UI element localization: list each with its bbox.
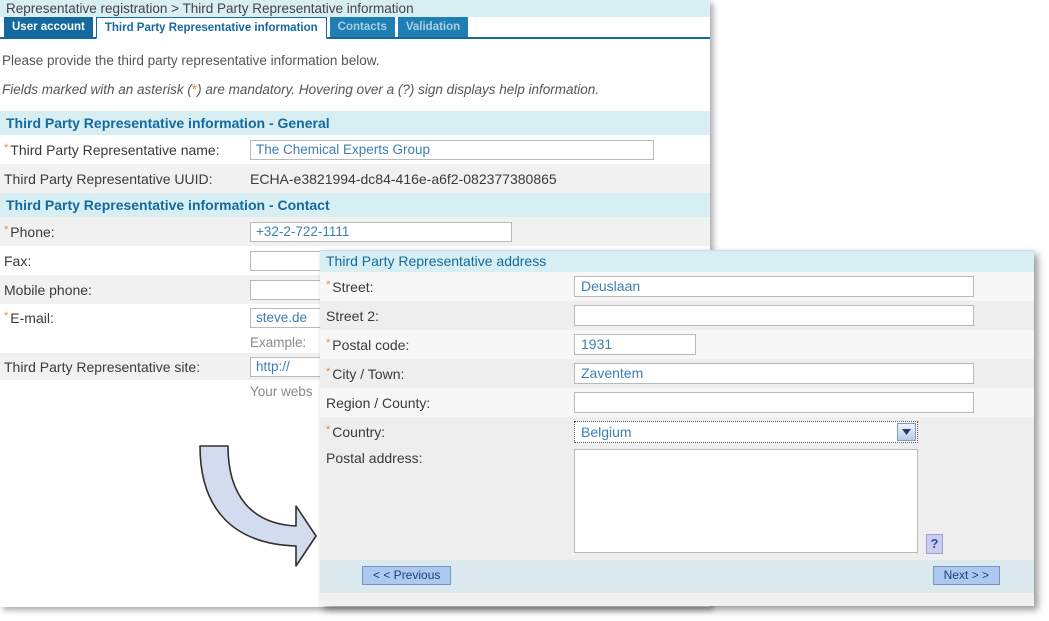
row-postal-address: Postal address: ?	[320, 446, 1034, 560]
row-representative-name: * Third Party Representative name: The Ch…	[0, 135, 710, 164]
label-city: * City / Town:	[326, 365, 405, 382]
tab-strip: User account Third Party Representative i…	[0, 17, 710, 39]
input-street[interactable]: Deuslaan	[574, 276, 974, 297]
chevron-down-icon[interactable]	[897, 422, 916, 441]
textarea-postal-address[interactable]	[574, 449, 918, 553]
label-street2: Street 2:	[326, 307, 379, 324]
required-asterisk-icon: *	[326, 423, 331, 436]
section-header-contact: Third Party Representative information -…	[0, 193, 710, 217]
input-city[interactable]: Zaventem	[574, 363, 974, 384]
label-postal-code: * Postal code:	[326, 336, 410, 353]
label-representative-site: Third Party Representative site:	[4, 358, 201, 375]
input-phone[interactable]: +32-2-722-1111	[250, 221, 512, 242]
value-representative-uuid: ECHA-e3821994-dc84-416e-a6f2-08237738086…	[250, 170, 557, 187]
label-country: * Country:	[326, 423, 386, 440]
next-button[interactable]: Next > >	[932, 566, 1000, 585]
row-region: Region / County:	[320, 388, 1034, 417]
intro-note-post: ) are mandatory. Hovering over a (?) sig…	[197, 82, 600, 97]
required-asterisk-icon: *	[4, 309, 9, 322]
label-phone: * Phone:	[4, 223, 55, 240]
required-asterisk-icon: *	[4, 223, 9, 236]
required-asterisk-icon: *	[326, 336, 331, 349]
select-country[interactable]: Belgium	[574, 420, 918, 443]
label-mobile-phone: Mobile phone:	[4, 281, 92, 298]
tab-user-account[interactable]: User account	[4, 17, 93, 37]
address-dialog: Third Party Representative address * Stre…	[320, 250, 1034, 606]
label-postal-address: Postal address:	[326, 450, 423, 466]
row-representative-uuid: Third Party Representative UUID: ECHA-e3…	[0, 164, 710, 193]
input-region[interactable]	[574, 392, 974, 413]
tab-validation[interactable]: Validation	[397, 17, 469, 37]
intro-mandatory-note: Fields marked with an asterisk (*) are m…	[2, 82, 702, 97]
input-postal-code[interactable]: 1931	[574, 334, 696, 355]
row-postal-code: * Postal code: 1931	[320, 330, 1034, 359]
input-street2[interactable]	[574, 305, 974, 326]
row-phone: * Phone: +32-2-722-1111	[0, 217, 710, 246]
breadcrumb: Representative registration > Third Part…	[0, 0, 710, 17]
intro-note-pre: Fields marked with an asterisk (	[2, 82, 192, 97]
dialog-footer: < < Previous Next > >	[320, 560, 1034, 593]
previous-button[interactable]: < < Previous	[362, 566, 452, 585]
row-street: * Street: Deuslaan	[320, 272, 1034, 301]
intro-area: Please provide the third party represent…	[0, 39, 710, 111]
row-city: * City / Town: Zaventem	[320, 359, 1034, 388]
intro-instruction: Please provide the third party represent…	[2, 53, 380, 68]
label-representative-name: * Third Party Representative name:	[4, 141, 220, 158]
label-street: * Street:	[326, 278, 374, 295]
select-country-value: Belgium	[581, 423, 632, 440]
row-country: * Country: Belgium	[320, 417, 1034, 446]
label-email: * E-mail:	[4, 309, 54, 326]
required-asterisk-icon: *	[326, 278, 331, 291]
section-header-general: Third Party Representative information -…	[0, 111, 710, 135]
address-dialog-title: Third Party Representative address	[320, 251, 1034, 272]
tab-third-party-representative-information[interactable]: Third Party Representative information	[95, 17, 327, 39]
label-representative-uuid: Third Party Representative UUID:	[4, 170, 213, 187]
label-fax: Fax:	[4, 252, 32, 269]
help-icon[interactable]: ?	[926, 534, 943, 554]
input-representative-name[interactable]: The Chemical Experts Group	[250, 139, 654, 160]
row-street2: Street 2:	[320, 301, 1034, 330]
required-asterisk-icon: *	[326, 365, 331, 378]
label-region: Region / County:	[326, 394, 431, 411]
tab-contacts[interactable]: Contacts	[329, 17, 395, 37]
required-asterisk-icon: *	[4, 141, 9, 154]
